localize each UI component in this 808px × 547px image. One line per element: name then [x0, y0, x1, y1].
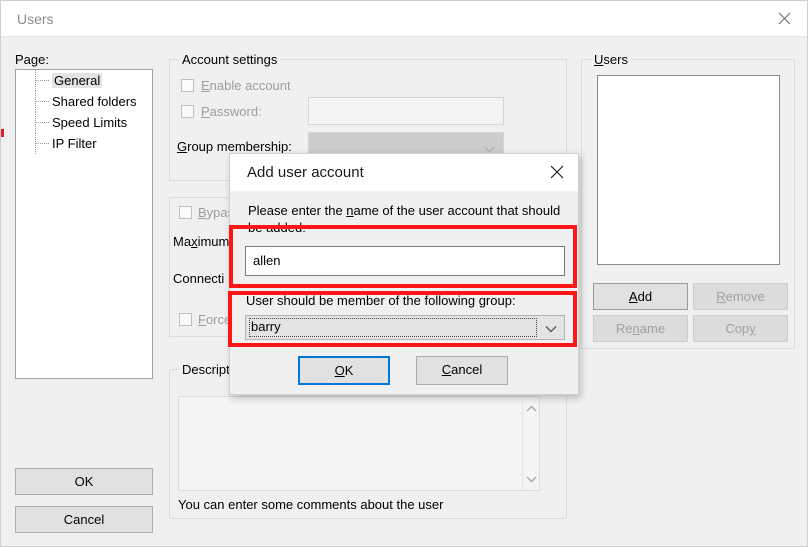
name-input-highlight: [229, 225, 577, 288]
group-combo-highlight: [228, 291, 577, 347]
tree-item-label: General: [52, 73, 103, 88]
cancel-button[interactable]: Cancel: [15, 506, 153, 533]
password-checkbox[interactable]: [181, 105, 194, 118]
page-tree[interactable]: General Shared folders Speed Limits IP F…: [15, 69, 153, 379]
ok-button[interactable]: OK: [15, 468, 153, 495]
force-checkbox[interactable]: [179, 313, 192, 326]
password-label: Password:: [201, 104, 262, 119]
bypass-checkbox[interactable]: [179, 206, 192, 219]
tree-guide-dots: [35, 122, 49, 123]
account-settings-legend: Account settings: [179, 52, 281, 67]
chevron-up-icon[interactable]: [526, 403, 537, 415]
page-label: Page:: [15, 52, 49, 67]
force-label: Force: [198, 312, 232, 327]
tree-guide-dots: [35, 101, 49, 102]
tree-item-label: Speed Limits: [52, 115, 128, 130]
tree-item-shared-folders[interactable]: Shared folders: [16, 91, 152, 112]
group-membership-label: Group membership:: [177, 139, 292, 154]
description-textarea[interactable]: [178, 396, 540, 491]
maximum-label: Maximum: [173, 234, 230, 249]
dialog-cancel-button[interactable]: Cancel: [416, 356, 508, 385]
window-title: Users: [17, 11, 54, 27]
users-window: Users Page: General Shared folders Speed…: [0, 0, 808, 547]
tree-item-label: IP Filter: [52, 136, 97, 151]
description-scrollbar[interactable]: [522, 397, 539, 490]
users-listbox[interactable]: [597, 75, 780, 265]
rename-user-button: Rename: [593, 315, 688, 342]
close-icon[interactable]: [540, 158, 574, 186]
add-user-button[interactable]: Add: [593, 283, 688, 310]
window-titlebar: Users: [1, 1, 807, 37]
copy-user-button: Copy: [693, 315, 788, 342]
tree-item-label: Shared folders: [52, 94, 137, 109]
remove-user-button: Remove: [693, 283, 788, 310]
dialog-title: Add user account: [247, 164, 364, 181]
tree-item-ip-filter[interactable]: IP Filter: [16, 133, 152, 154]
chevron-down-icon[interactable]: [526, 474, 537, 486]
edge-marker: [1, 129, 4, 137]
tree-item-general[interactable]: General: [16, 70, 152, 91]
password-field[interactable]: [308, 97, 504, 125]
description-hint: You can enter some comments about the us…: [178, 497, 444, 512]
users-legend: Users: [591, 52, 631, 67]
enable-account-checkbox[interactable]: [181, 79, 194, 92]
enable-account-label: Enable account: [201, 78, 291, 93]
connection-label: Connecti: [173, 271, 225, 286]
tree-guide-dots: [35, 143, 49, 144]
dialog-titlebar: Add user account: [230, 154, 578, 191]
tree-item-speed-limits[interactable]: Speed Limits: [16, 112, 152, 133]
close-icon[interactable]: [761, 1, 807, 36]
dialog-ok-button[interactable]: OK: [298, 356, 390, 385]
tree-guide-dots: [35, 80, 49, 81]
